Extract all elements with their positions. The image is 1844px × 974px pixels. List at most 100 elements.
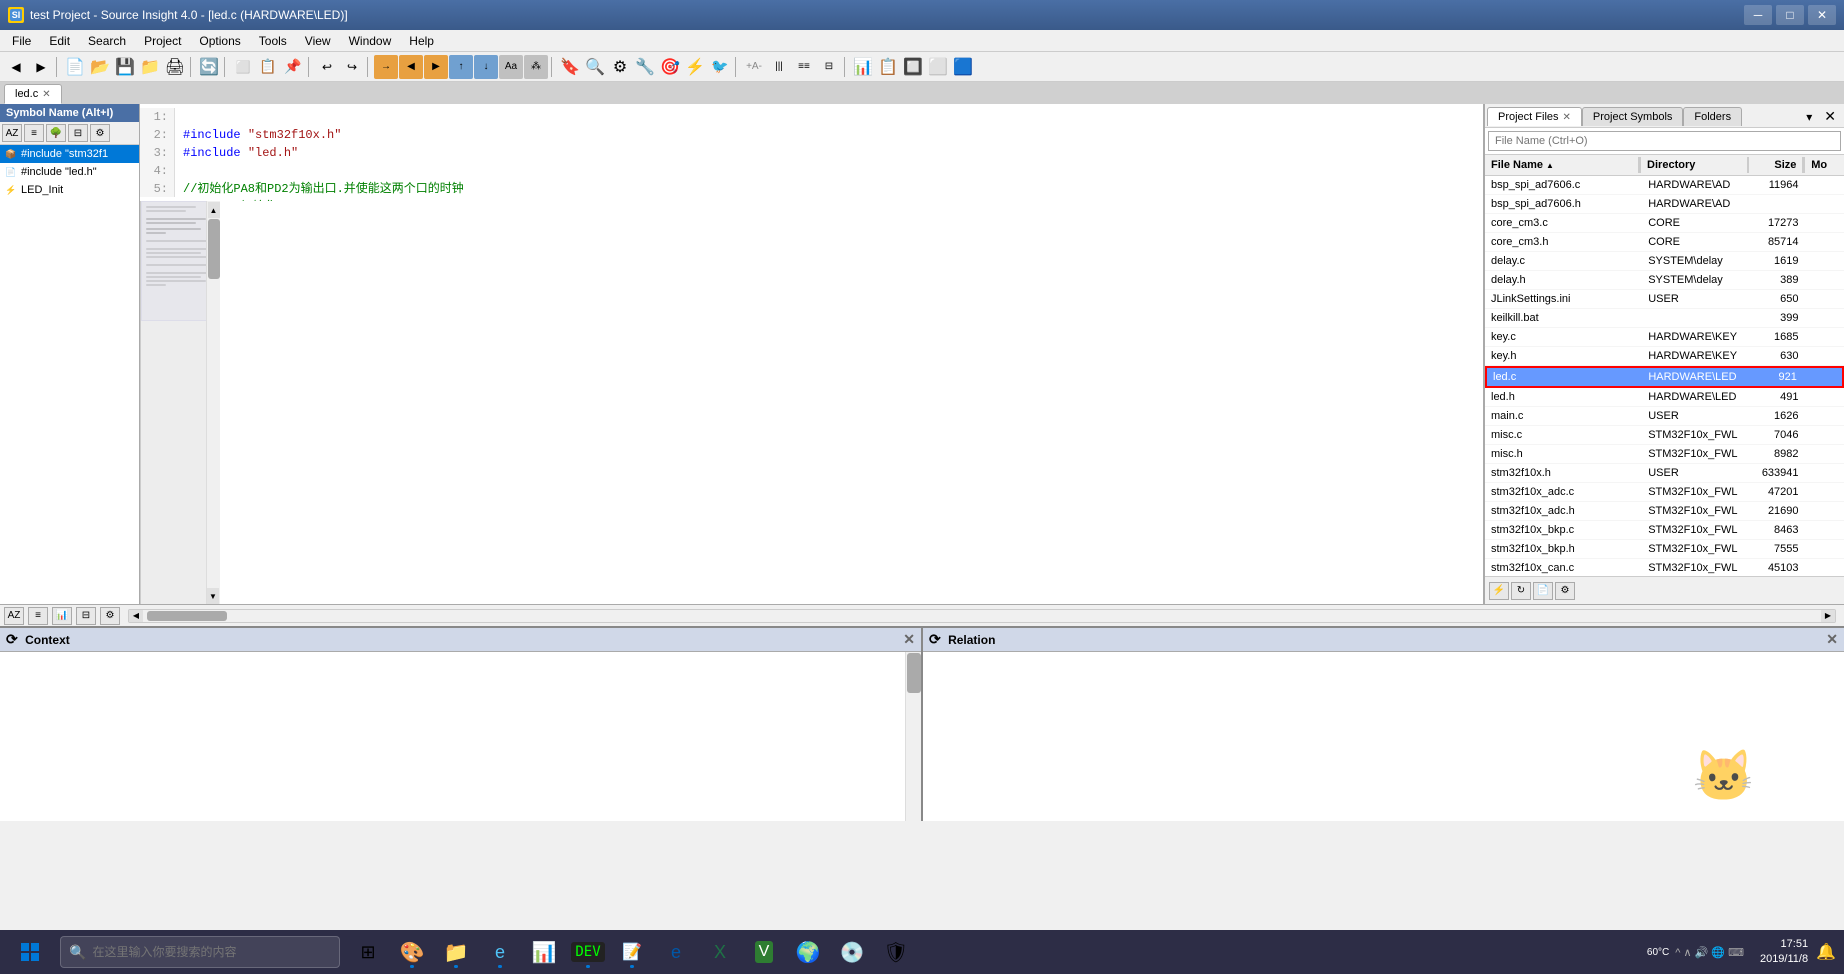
undo-button[interactable]: ↩	[315, 55, 339, 79]
forward-button[interactable]: ▶	[29, 55, 53, 79]
save-all-button[interactable]: 📁	[138, 55, 162, 79]
project-search-input[interactable]	[1488, 131, 1841, 151]
file-item-0[interactable]: bsp_spi_ad7606.c HARDWARE\AD 11964	[1485, 176, 1844, 195]
ebt3[interactable]: 📊	[52, 607, 72, 625]
col-filename[interactable]: File Name ▲	[1485, 157, 1638, 173]
symbol-item-include-stm32[interactable]: 📦 #include "stm32f1	[0, 145, 139, 163]
search-input[interactable]	[92, 945, 331, 959]
save-button[interactable]: 💾	[113, 55, 137, 79]
file-item-5[interactable]: delay.h SYSTEM\delay 389	[1485, 271, 1844, 290]
copy-button[interactable]: 📋	[256, 55, 280, 79]
panel-more-icon[interactable]: ▾	[1800, 108, 1818, 126]
scroll-up-btn[interactable]: ▲	[208, 202, 220, 218]
menu-edit[interactable]: Edit	[41, 32, 78, 50]
sym-settings-button[interactable]: ⚙	[90, 124, 110, 142]
file-item-10[interactable]: led.c HARDWARE\LED 921	[1485, 366, 1844, 388]
menu-options[interactable]: Options	[191, 32, 248, 50]
file-item-12[interactable]: main.c USER 1626	[1485, 407, 1844, 426]
context-scrollbar[interactable]	[905, 652, 921, 821]
taskbar-app-green[interactable]: V	[744, 934, 784, 970]
tb19[interactable]: 📊	[851, 55, 875, 79]
sym-tree-button[interactable]: 🌳	[46, 124, 66, 142]
minimize-button[interactable]: ─	[1744, 5, 1772, 25]
tb2[interactable]: ◀	[399, 55, 423, 79]
panel-tb1[interactable]: ⚡	[1489, 582, 1509, 600]
tb15[interactable]: +A-	[742, 55, 766, 79]
taskbar-app-ie[interactable]: e	[656, 934, 696, 970]
sync-button[interactable]: ⬜	[231, 55, 255, 79]
tab-folders[interactable]: Folders	[1683, 107, 1742, 126]
col-directory[interactable]: Directory	[1641, 157, 1746, 173]
sym-az-button[interactable]: AZ	[2, 124, 22, 142]
file-item-19[interactable]: stm32f10x_bkp.h STM32F10x_FWL 7555	[1485, 540, 1844, 559]
search-box[interactable]: 🔍	[60, 936, 340, 968]
menu-help[interactable]: Help	[401, 32, 442, 50]
close-button[interactable]: ✕	[1808, 5, 1836, 25]
taskbar-app-firefox[interactable]: 🎨	[392, 934, 432, 970]
file-item-4[interactable]: delay.c SYSTEM\delay 1619	[1485, 252, 1844, 271]
menu-tools[interactable]: Tools	[251, 32, 295, 50]
taskbar-app-explorer[interactable]: 📁	[436, 934, 476, 970]
clock[interactable]: 17:51 2019/11/8	[1760, 937, 1808, 968]
file-item-2[interactable]: core_cm3.c CORE 17273	[1485, 214, 1844, 233]
task-view-button[interactable]: ⊞	[348, 934, 388, 970]
tb18[interactable]: ⊟	[817, 55, 841, 79]
tab-project-files[interactable]: Project Files ✕	[1487, 107, 1582, 126]
code-text[interactable]: #include "stm32f10x.h" #include "led.h" …	[175, 108, 1483, 197]
hscroll-right-btn[interactable]: ▶	[1821, 610, 1835, 622]
tb16[interactable]: |||	[767, 55, 791, 79]
scroll-thumb[interactable]	[208, 219, 220, 279]
sym-filter-button[interactable]: ⊟	[68, 124, 88, 142]
taskbar-app-browser[interactable]: 🌍	[788, 934, 828, 970]
tb1[interactable]: →	[374, 55, 398, 79]
scroll-down-btn[interactable]: ▼	[207, 588, 219, 604]
tb22[interactable]: ⬜	[926, 55, 950, 79]
context-close-icon[interactable]: ✕	[903, 631, 915, 648]
taskbar-app-xiaomi[interactable]: 📊	[524, 934, 564, 970]
col-size[interactable]: Size	[1749, 157, 1802, 173]
tb5[interactable]: ↓	[474, 55, 498, 79]
file-item-15[interactable]: stm32f10x.h USER 633941	[1485, 464, 1844, 483]
tb14[interactable]: 🐦	[708, 55, 732, 79]
file-item-13[interactable]: misc.c STM32F10x_FWL 7046	[1485, 426, 1844, 445]
back-button[interactable]: ◀	[4, 55, 28, 79]
project-files-close[interactable]: ✕	[1563, 112, 1571, 123]
tb10[interactable]: ⚙	[608, 55, 632, 79]
ebt2[interactable]: ≡	[28, 607, 48, 625]
hscroll-left-btn[interactable]: ◀	[129, 610, 143, 622]
tb7[interactable]: ⁂	[524, 55, 548, 79]
refresh-button[interactable]: 🔄	[197, 55, 221, 79]
open-button[interactable]: 📂	[88, 55, 112, 79]
start-button[interactable]	[8, 934, 52, 970]
menu-window[interactable]: Window	[341, 32, 400, 50]
file-item-20[interactable]: stm32f10x_can.c STM32F10x_FWL 45103	[1485, 559, 1844, 576]
file-item-17[interactable]: stm32f10x_adc.h STM32F10x_FWL 21690	[1485, 502, 1844, 521]
panel-tb2[interactable]: ↻	[1511, 582, 1531, 600]
tab-close-icon[interactable]: ✕	[42, 89, 50, 100]
tab-led-c[interactable]: led.c ✕	[4, 84, 62, 104]
tb11[interactable]: 🔧	[633, 55, 657, 79]
file-item-14[interactable]: misc.h STM32F10x_FWL 8982	[1485, 445, 1844, 464]
tab-project-symbols[interactable]: Project Symbols	[1582, 107, 1683, 126]
tb12[interactable]: 🎯	[658, 55, 682, 79]
hscroll-thumb[interactable]	[147, 611, 227, 621]
file-item-7[interactable]: keilkill.bat 399	[1485, 309, 1844, 328]
tb8[interactable]: 🔖	[558, 55, 582, 79]
taskbar-app-edge[interactable]: e	[480, 934, 520, 970]
notification-icon[interactable]: 🔔	[1816, 942, 1836, 962]
tb4[interactable]: ↑	[449, 55, 473, 79]
tb9[interactable]: 🔍	[583, 55, 607, 79]
menu-search[interactable]: Search	[80, 32, 134, 50]
file-item-16[interactable]: stm32f10x_adc.c STM32F10x_FWL 47201	[1485, 483, 1844, 502]
tb17[interactable]: ≡≡	[792, 55, 816, 79]
panel-tb3[interactable]: 📄	[1533, 582, 1553, 600]
file-item-11[interactable]: led.h HARDWARE\LED 491	[1485, 388, 1844, 407]
file-item-6[interactable]: JLinkSettings.ini USER 650	[1485, 290, 1844, 309]
file-item-8[interactable]: key.c HARDWARE\KEY 1685	[1485, 328, 1844, 347]
redo-button[interactable]: ↪	[340, 55, 364, 79]
context-scroll-thumb[interactable]	[907, 653, 921, 693]
taskbar-app-shield[interactable]: 🛡	[876, 934, 916, 970]
relation-close-icon[interactable]: ✕	[1826, 631, 1838, 648]
ebt5[interactable]: ⚙	[100, 607, 120, 625]
tb23[interactable]: 🟦	[951, 55, 975, 79]
